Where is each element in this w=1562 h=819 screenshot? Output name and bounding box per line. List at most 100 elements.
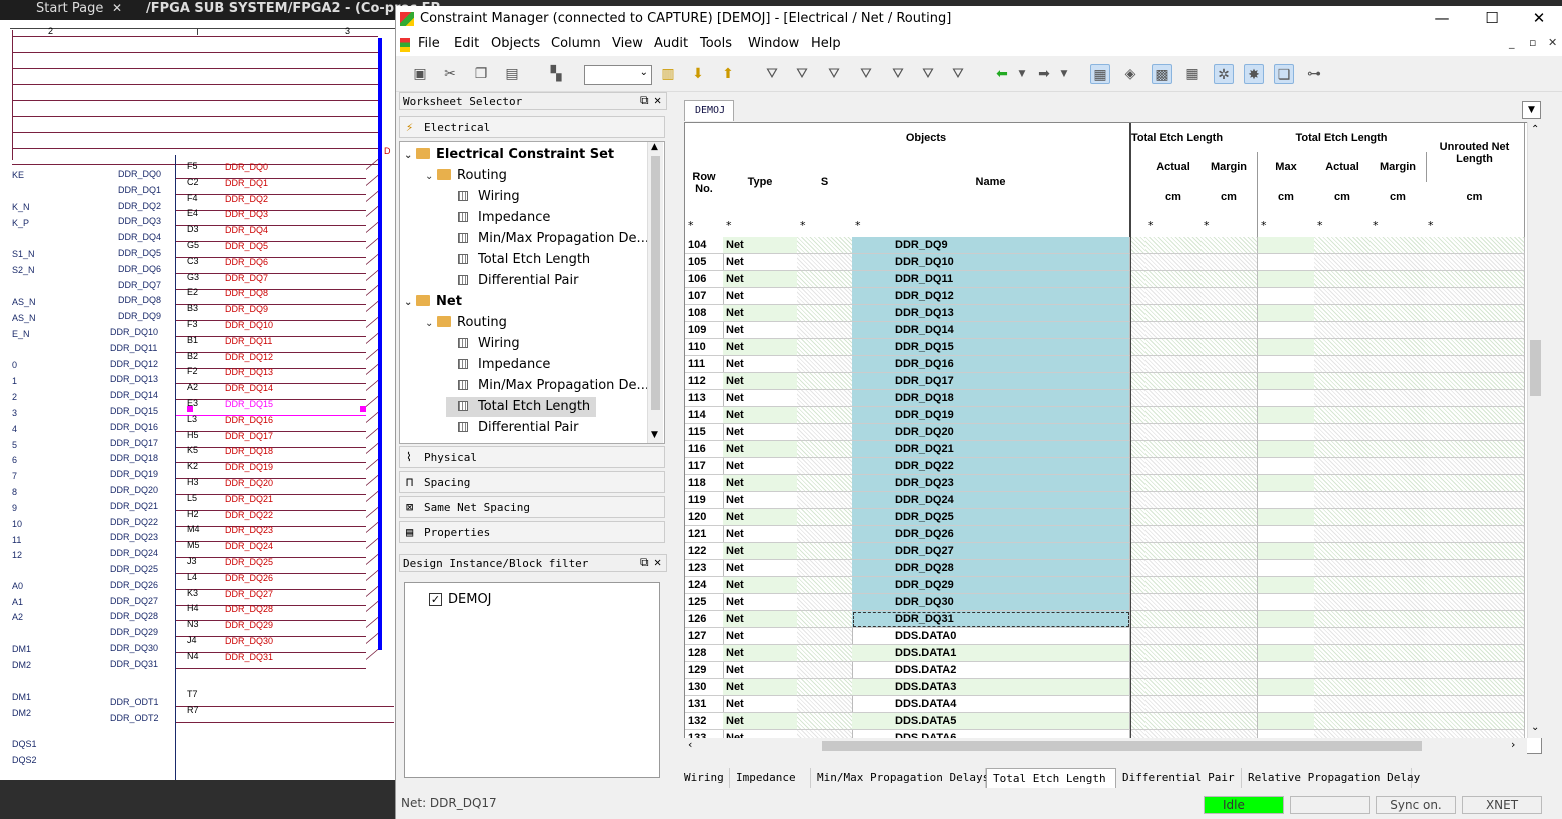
table-row[interactable]: 125 Net DDR_DQ30 bbox=[685, 594, 1541, 611]
table-row[interactable]: 132 Net DDS.DATA5 bbox=[685, 713, 1541, 730]
max-cell[interactable] bbox=[1258, 560, 1315, 577]
s-cell[interactable] bbox=[797, 373, 853, 390]
table-row[interactable]: 110 Net DDR_DQ15 bbox=[685, 339, 1541, 356]
actual-cell[interactable] bbox=[1145, 441, 1202, 458]
unrouted-cell[interactable] bbox=[1425, 305, 1525, 322]
max-cell[interactable] bbox=[1258, 356, 1315, 373]
table-row[interactable]: 109 Net DDR_DQ14 bbox=[685, 322, 1541, 339]
connect-icon[interactable]: ⊶ bbox=[1304, 64, 1324, 84]
margin-cell[interactable] bbox=[1370, 645, 1426, 662]
type-cell[interactable]: Net bbox=[723, 373, 798, 390]
tree-item[interactable]: Wiring bbox=[446, 334, 526, 354]
name-cell[interactable]: DDS.DATA0 bbox=[852, 628, 1130, 645]
subheader-max[interactable]: Max bbox=[1258, 152, 1315, 183]
net-label[interactable]: DDR_DQ15 bbox=[225, 399, 273, 409]
document-icon[interactable] bbox=[400, 38, 410, 52]
schematic-wire[interactable] bbox=[176, 722, 394, 723]
select-tool-icon[interactable]: ▚ bbox=[546, 64, 566, 84]
actual-cell[interactable] bbox=[1145, 373, 1202, 390]
schematic-wire[interactable] bbox=[12, 116, 378, 117]
tree-item[interactable]: ⌄ Net bbox=[404, 292, 468, 312]
unrouted-cell[interactable] bbox=[1425, 509, 1525, 526]
tree-item[interactable]: ⌄ Routing bbox=[425, 313, 513, 333]
margin-cell[interactable] bbox=[1370, 441, 1426, 458]
actual-cell[interactable] bbox=[1145, 509, 1202, 526]
margin-cell[interactable] bbox=[1201, 475, 1258, 492]
max-cell[interactable] bbox=[1258, 628, 1315, 645]
actual-cell[interactable] bbox=[1145, 662, 1202, 679]
s-cell[interactable] bbox=[797, 305, 853, 322]
actual-cell[interactable] bbox=[1314, 526, 1371, 543]
max-cell[interactable] bbox=[1258, 645, 1315, 662]
net-label[interactable]: DDR_DQ30 bbox=[225, 636, 273, 646]
max-cell[interactable] bbox=[1258, 509, 1315, 526]
actual-cell[interactable] bbox=[1314, 696, 1371, 713]
margin-cell[interactable] bbox=[1370, 322, 1426, 339]
worksheet-icon[interactable]: ▦ bbox=[1090, 64, 1110, 84]
max-cell[interactable] bbox=[1258, 322, 1315, 339]
margin-cell[interactable] bbox=[1201, 322, 1258, 339]
margin-cell[interactable] bbox=[1201, 390, 1258, 407]
s-cell[interactable] bbox=[797, 645, 853, 662]
margin-cell[interactable] bbox=[1201, 577, 1258, 594]
net-label[interactable]: DDR_DQ14 bbox=[225, 383, 273, 393]
actual-cell[interactable] bbox=[1314, 679, 1371, 696]
schematic-canvas[interactable]: 2 3 D DDR_DQ0 DDR_DQ1 DDR_DQ2 DDR_DQ3 DDR_DQ… bbox=[0, 20, 395, 780]
margin-cell[interactable] bbox=[1370, 611, 1426, 628]
header-s[interactable]: S bbox=[797, 152, 853, 212]
unrouted-cell[interactable] bbox=[1425, 458, 1525, 475]
table-row[interactable]: 130 Net DDS.DATA3 bbox=[685, 679, 1541, 696]
menu-edit[interactable]: Edit bbox=[454, 36, 479, 51]
schematic-wire[interactable] bbox=[12, 132, 378, 133]
type-cell[interactable]: Net bbox=[723, 560, 798, 577]
actual-cell[interactable] bbox=[1314, 543, 1371, 560]
table-row[interactable]: 128 Net DDS.DATA1 bbox=[685, 645, 1541, 662]
max-cell[interactable] bbox=[1258, 407, 1315, 424]
menu-view[interactable]: View bbox=[612, 36, 643, 51]
margin-cell[interactable] bbox=[1201, 679, 1258, 696]
max-cell[interactable] bbox=[1258, 441, 1315, 458]
name-cell[interactable]: DDR_DQ29 bbox=[852, 577, 1130, 594]
mdi-minimize-button[interactable]: _ bbox=[1509, 36, 1515, 49]
schematic-wire[interactable] bbox=[176, 273, 366, 274]
forward-arrow-icon[interactable]: ➡ bbox=[1034, 64, 1054, 84]
actual-cell[interactable] bbox=[1145, 526, 1202, 543]
tree-item[interactable]: Total Etch Length bbox=[446, 250, 596, 270]
header-objects[interactable]: Objects bbox=[723, 123, 1130, 153]
actual-cell[interactable] bbox=[1314, 458, 1371, 475]
type-cell[interactable]: Net bbox=[723, 322, 798, 339]
subheader-margin[interactable]: Margin bbox=[1201, 152, 1258, 183]
net-label[interactable]: DDR_DQ19 bbox=[225, 462, 273, 472]
actual-cell[interactable] bbox=[1314, 356, 1371, 373]
net-label[interactable]: DDR_DQ21 bbox=[225, 494, 273, 504]
maximize-button[interactable]: ☐ bbox=[1477, 9, 1507, 27]
actual-cell[interactable] bbox=[1145, 560, 1202, 577]
s-cell[interactable] bbox=[797, 611, 853, 628]
hierarchy-icon[interactable]: ▩ bbox=[1152, 64, 1172, 84]
category-same-net-spacing[interactable]: ⊠ Same Net Spacing bbox=[399, 496, 665, 518]
actual-cell[interactable] bbox=[1145, 577, 1202, 594]
dock-icon[interactable]: ⧉ bbox=[640, 555, 649, 570]
tree-item[interactable]: Differential Pair bbox=[446, 271, 584, 291]
table-row[interactable]: 124 Net DDR_DQ29 bbox=[685, 577, 1541, 594]
margin-cell[interactable] bbox=[1370, 305, 1426, 322]
unrouted-cell[interactable] bbox=[1425, 543, 1525, 560]
type-cell[interactable]: Net bbox=[723, 356, 798, 373]
unrouted-cell[interactable] bbox=[1425, 713, 1525, 730]
tree-item[interactable]: ⌄ Electrical Constraint Set bbox=[404, 145, 620, 165]
margin-cell[interactable] bbox=[1201, 645, 1258, 662]
category-spacing[interactable]: ⊓ Spacing bbox=[399, 471, 665, 493]
grid-vscroll[interactable]: ⌃ ⌄ bbox=[1527, 122, 1542, 738]
table-row[interactable]: 106 Net DDR_DQ11 bbox=[685, 271, 1541, 288]
name-cell[interactable]: DDR_DQ25 bbox=[852, 509, 1130, 526]
s-cell[interactable] bbox=[797, 424, 853, 441]
margin-cell[interactable] bbox=[1201, 526, 1258, 543]
name-cell[interactable]: DDR_DQ11 bbox=[852, 271, 1130, 288]
net-label[interactable]: DDR_DQ31 bbox=[225, 652, 273, 662]
max-cell[interactable] bbox=[1258, 679, 1315, 696]
table-row[interactable]: 120 Net DDR_DQ25 bbox=[685, 509, 1541, 526]
s-cell[interactable] bbox=[797, 339, 853, 356]
actual-cell[interactable] bbox=[1145, 458, 1202, 475]
mdi-close-button[interactable]: ✕ bbox=[1548, 36, 1557, 49]
panel-close-icon[interactable]: ✕ bbox=[654, 555, 661, 569]
